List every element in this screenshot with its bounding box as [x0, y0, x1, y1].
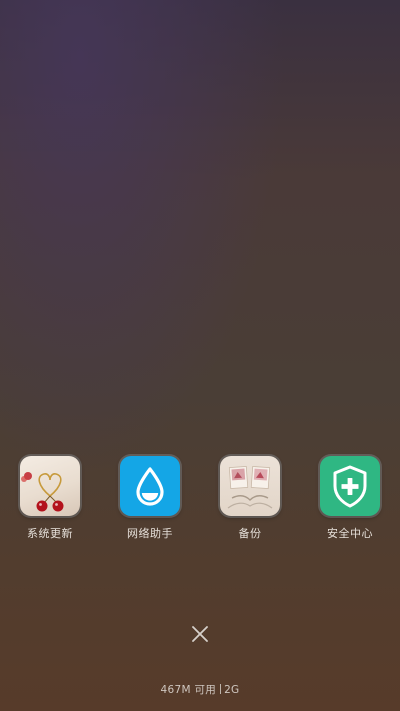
app-label: 系统更新 [27, 527, 73, 540]
app-system-update[interactable]: 系统更新 [2, 456, 98, 541]
backup-photos-icon [220, 456, 280, 516]
close-button[interactable] [188, 622, 212, 646]
memory-available: 467M 可用 [160, 684, 217, 696]
app-label: 网络助手 [127, 527, 173, 540]
shield-plus-icon [320, 456, 380, 516]
memory-status: 467M 可用 2G [0, 682, 400, 697]
network-type: 2G [224, 684, 240, 696]
app-network-assistant[interactable]: 网络助手 [102, 456, 198, 541]
water-drop-icon [120, 456, 180, 516]
app-backup[interactable]: 备份 [202, 456, 298, 541]
app-label: 安全中心 [327, 527, 373, 540]
separator [220, 684, 222, 694]
app-label: 备份 [238, 527, 262, 540]
recent-apps-row: 系统更新 网络助手 备份 安全中心 [0, 456, 400, 556]
close-icon [192, 626, 208, 642]
app-security-center[interactable]: 安全中心 [302, 456, 398, 541]
theme-wallpaper-icon [20, 456, 80, 516]
